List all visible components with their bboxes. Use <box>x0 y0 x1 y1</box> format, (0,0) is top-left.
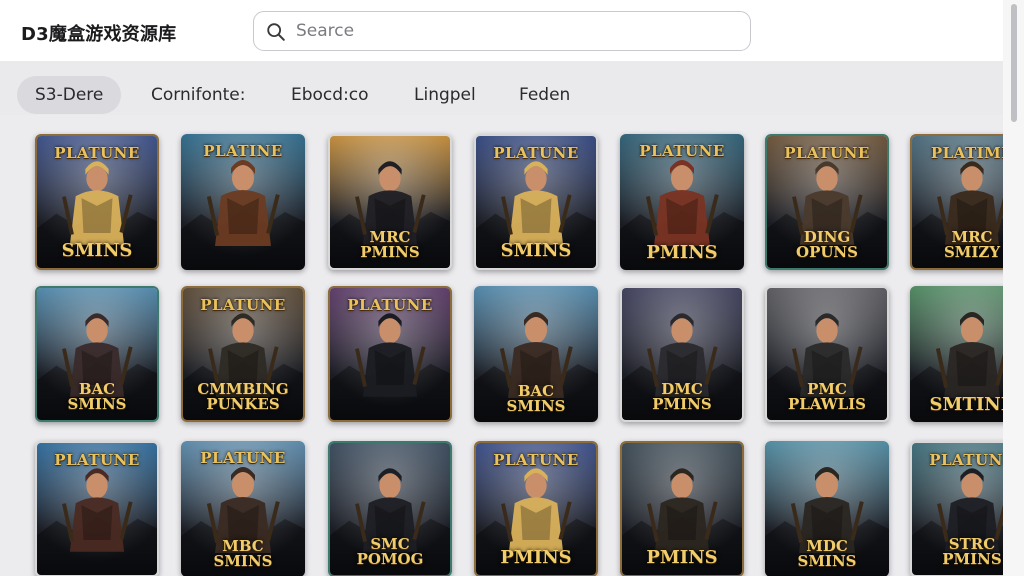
scrollbar[interactable] <box>1003 0 1024 576</box>
card-title-top: PLATIME <box>930 144 1003 162</box>
app-title: D3魔盒游戏资源库 <box>21 24 177 45</box>
game-card[interactable]: DMC PMINS <box>620 286 744 422</box>
game-card[interactable]: PLATUNE PMINS <box>474 441 598 576</box>
card-title-bottom: MRC SMIZY <box>943 228 1001 261</box>
game-card[interactable]: PLATUNE CMMBING PUNKES <box>181 286 305 422</box>
tab-ebocdco[interactable]: Ebocd:co <box>291 76 369 114</box>
game-card[interactable]: PLATUNE PMINS <box>620 134 744 270</box>
search-icon <box>267 23 285 41</box>
scrollbar-thumb[interactable] <box>1011 4 1017 122</box>
game-card[interactable]: PLATINE <box>181 134 305 270</box>
card-title-bottom: PMINS <box>646 242 718 263</box>
card-title-top: PLATUNE <box>784 144 870 162</box>
card-title-top: PLATUNE <box>639 142 725 160</box>
card-title-bottom: SMINS <box>61 240 133 261</box>
card-title-top: PLATUNE <box>200 296 286 314</box>
game-card[interactable]: SMC POMOG <box>328 441 452 576</box>
card-title-bottom: DMC PMINS <box>652 380 712 413</box>
card-title-bottom: MRC PMINS <box>360 228 420 261</box>
game-card[interactable]: PLATUNE DING OPUNS <box>765 134 889 270</box>
tab-cornifonte[interactable]: Cornifonte: <box>151 76 245 114</box>
card-title-top: PLATINE <box>203 142 283 160</box>
game-card[interactable]: MRC PMINS <box>328 134 452 270</box>
card-title-top: PLATUNE <box>54 144 140 162</box>
card-title-top: PLATUNE <box>929 451 1003 469</box>
tab-lingpel[interactable]: Lingpel <box>414 76 476 114</box>
game-card-grid: PLATUNE SMINS PLATINE MRC PMINS PLATUNE SMINS… <box>0 115 1003 576</box>
tab-feden[interactable]: Feden <box>519 76 570 114</box>
card-title-bottom: PMC PLAWLIS <box>788 380 866 413</box>
game-card[interactable]: PLATUNE STRC PMINS <box>910 441 1003 576</box>
game-card[interactable]: PLATUNE SMINS <box>474 134 598 270</box>
card-title-bottom: BAC SMINS <box>67 380 127 413</box>
card-title-top: PLATUNE <box>493 144 579 162</box>
game-card[interactable]: PLATIME MRC SMIZY <box>910 134 1003 270</box>
card-title-bottom: BAC SMINS <box>506 382 566 415</box>
game-card[interactable]: PLATUNE <box>35 441 159 576</box>
card-title-bottom: SMINS <box>500 240 572 261</box>
card-title-bottom: CMMBING PUNKES <box>197 380 289 413</box>
game-card[interactable]: MDC SMINS <box>765 441 889 576</box>
card-title-bottom: MBC SMINS <box>213 537 273 570</box>
game-card[interactable]: BAC SMINS <box>35 286 159 422</box>
game-card[interactable]: PMC PLAWLIS <box>765 286 889 422</box>
game-card[interactable]: PLATUNE SMINS <box>35 134 159 270</box>
game-card[interactable]: PMINS <box>620 441 744 576</box>
card-title-top: PLATUNE <box>493 451 579 469</box>
game-card[interactable]: PLATUNE <box>328 286 452 422</box>
game-card[interactable]: BAC SMINS <box>474 286 598 422</box>
card-title-top: PLATUNE <box>200 449 286 467</box>
game-card[interactable]: PLATUNE MBC SMINS <box>181 441 305 576</box>
search-input[interactable] <box>296 18 736 44</box>
tab-s3-dere[interactable]: S3-Dere <box>17 76 122 114</box>
card-title-bottom: SMC POMOG <box>356 535 424 568</box>
top-bar: D3魔盒游戏资源库 <box>0 0 1003 61</box>
search-box[interactable] <box>253 11 751 51</box>
card-title-top: PLATUNE <box>54 451 140 469</box>
game-card[interactable]: SMTINE <box>910 286 1003 422</box>
card-title-bottom: PMINS <box>500 547 572 568</box>
card-title-bottom: DING OPUNS <box>796 228 858 261</box>
card-title-bottom: STRC PMINS <box>942 535 1002 568</box>
card-title-top: PLATUNE <box>347 296 433 314</box>
category-tabs: S3-Dere Cornifonte: Ebocd:co Lingpel Fed… <box>0 61 1003 115</box>
card-title-bottom: PMINS <box>646 547 718 568</box>
card-title-bottom: SMTINE <box>929 394 1003 415</box>
card-title-bottom: MDC SMINS <box>797 537 857 570</box>
